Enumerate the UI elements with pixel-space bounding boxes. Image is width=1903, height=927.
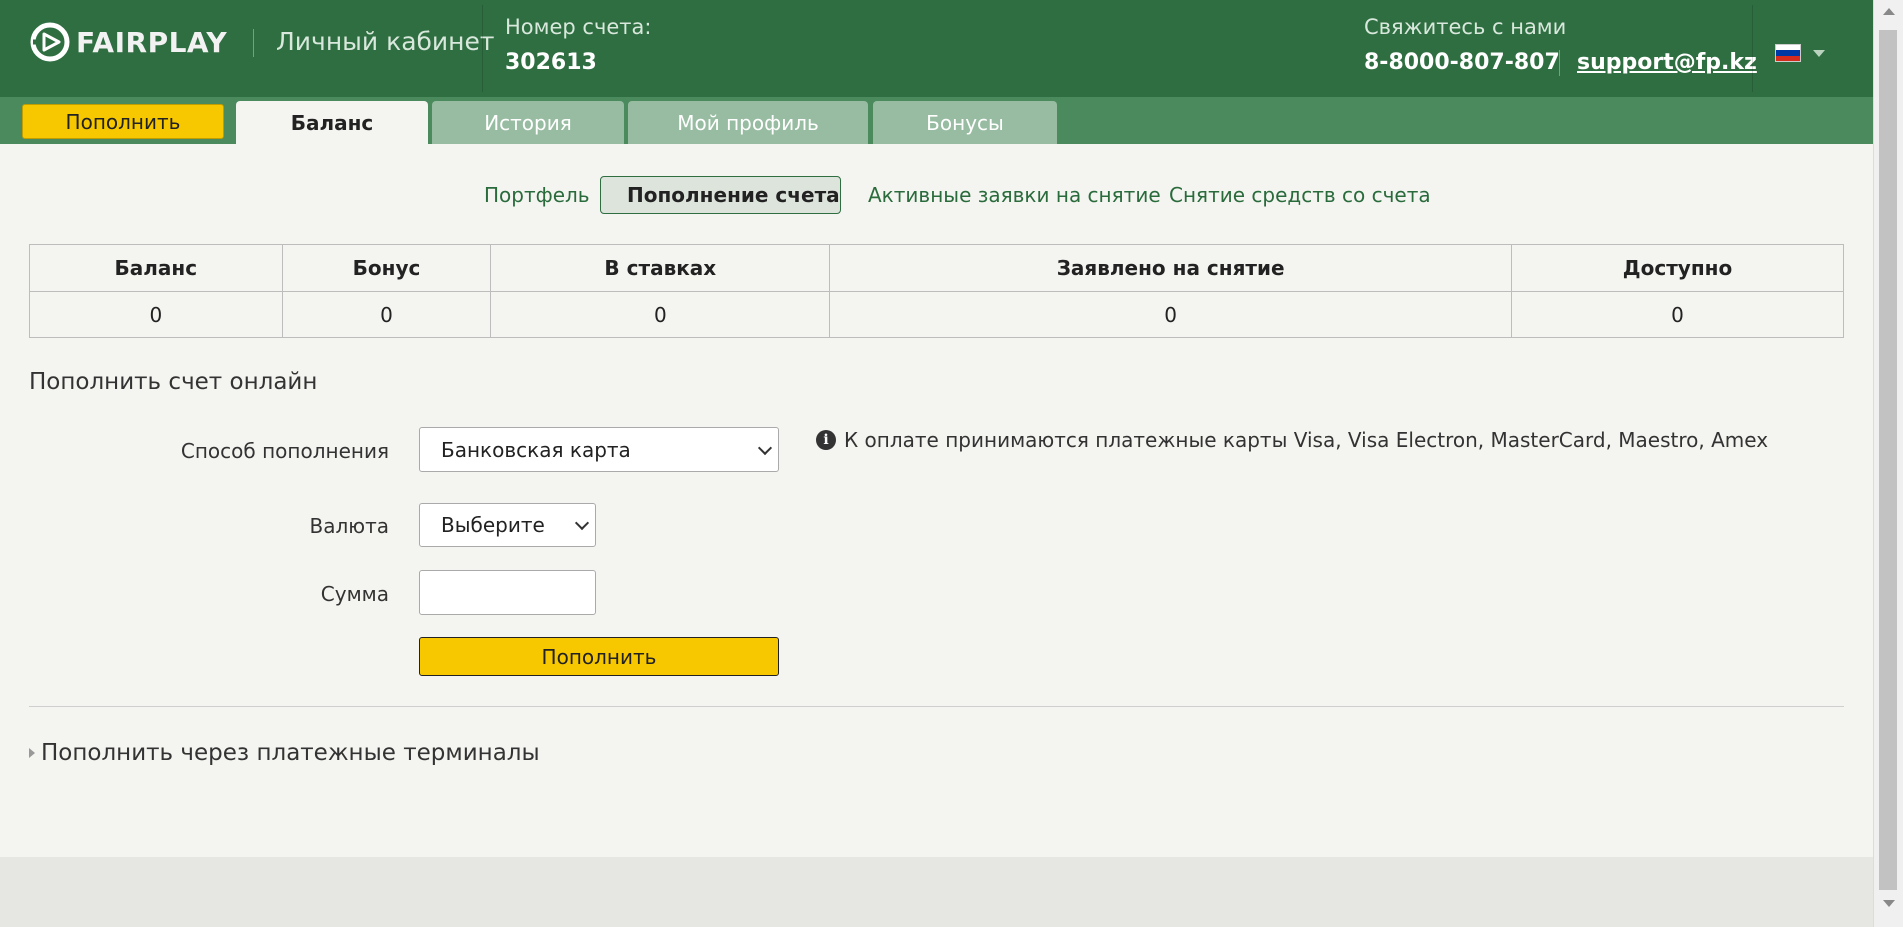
column-header: В ставках xyxy=(490,244,831,292)
column-header: Заявлено на снятие xyxy=(829,244,1513,292)
contact-email-link[interactable]: support@fp.kz xyxy=(1577,50,1757,75)
chevron-down-icon xyxy=(1813,49,1825,57)
account-number: 302613 xyxy=(505,50,597,75)
tab-bonuses[interactable]: Бонусы xyxy=(873,101,1057,144)
footer-strip xyxy=(0,857,1873,927)
contact-divider xyxy=(1559,50,1560,76)
terminals-collapsible[interactable]: Пополнить через платежные терминалы xyxy=(29,740,540,766)
divider xyxy=(29,706,1844,707)
account-label: Номер счета: xyxy=(505,15,652,39)
payment-method-select[interactable]: Банковская карта xyxy=(419,427,779,472)
topup-submit-button[interactable]: Пополнить xyxy=(419,637,779,676)
brand-name: FAIRPLAY xyxy=(76,25,228,59)
header-divider xyxy=(253,29,254,57)
column-header: Бонус xyxy=(281,244,492,292)
language-selector[interactable] xyxy=(1775,44,1825,62)
chevron-down-icon xyxy=(574,515,590,531)
column-header: Баланс xyxy=(29,244,283,292)
table-row: 0 0 0 0 0 xyxy=(29,291,1844,338)
currency-value: Выберите xyxy=(441,513,545,537)
subnav-active-withdrawals[interactable]: Активные заявки на снятие xyxy=(868,176,1161,214)
amount-label: Сумма xyxy=(320,582,389,606)
table-header-row: Баланс Бонус В ставках Заявлено на сняти… xyxy=(29,244,1844,292)
scroll-down-icon[interactable] xyxy=(1883,900,1895,907)
chevron-down-icon xyxy=(757,440,773,455)
method-label: Способ пополнения xyxy=(180,439,389,463)
terminals-label: Пополнить через платежные терминалы xyxy=(41,740,540,766)
available-value: 0 xyxy=(1511,291,1844,338)
currency-label: Валюта xyxy=(309,514,389,538)
subnav-deposit[interactable]: Пополнение счета xyxy=(600,176,841,214)
subnav-portfolio[interactable]: Портфель xyxy=(484,176,590,214)
contact-phone[interactable]: 8-8000-807-807 xyxy=(1364,50,1560,75)
contact-label: Свяжитесь с нами xyxy=(1364,15,1567,39)
fairplay-logo-icon xyxy=(30,22,70,62)
russia-flag-icon xyxy=(1775,44,1801,62)
main-tabs: Пополнить Баланс История Мой профиль Бон… xyxy=(0,97,1873,144)
tab-history[interactable]: История xyxy=(432,101,624,144)
accepted-cards-text: К оплате принимаются платежные карты Vis… xyxy=(844,428,1769,452)
tab-balance[interactable]: Баланс xyxy=(236,101,428,144)
tab-topup-button[interactable]: Пополнить xyxy=(22,104,224,139)
currency-select[interactable]: Выберите xyxy=(419,503,596,547)
subnav-withdraw[interactable]: Снятие средств со счета xyxy=(1169,176,1431,214)
column-header: Доступно xyxy=(1511,244,1844,292)
balance-table: Баланс Бонус В ставках Заявлено на сняти… xyxy=(29,244,1844,338)
logo[interactable]: FAIRPLAY xyxy=(28,22,227,62)
scrollbar-thumb[interactable] xyxy=(1879,30,1897,890)
requested-withdrawal-value: 0 xyxy=(829,291,1513,338)
site-header: FAIRPLAY Личный кабинет Номер счета: 302… xyxy=(0,0,1873,97)
amount-input[interactable] xyxy=(419,570,596,615)
accepted-cards-info: i К оплате принимаются платежные карты V… xyxy=(816,428,1768,452)
bonus-value: 0 xyxy=(281,291,492,338)
payment-method-value: Банковская карта xyxy=(441,437,631,462)
header-divider xyxy=(482,5,483,92)
scroll-up-icon[interactable] xyxy=(1883,8,1895,15)
balance-value: 0 xyxy=(29,291,283,338)
tab-profile[interactable]: Мой профиль xyxy=(628,101,868,144)
caret-right-icon xyxy=(29,748,35,758)
in-bets-value: 0 xyxy=(490,291,831,338)
header-divider xyxy=(1752,5,1753,92)
section-title: Личный кабинет xyxy=(276,27,495,56)
info-icon: i xyxy=(816,430,836,450)
online-topup-title: Пополнить счет онлайн xyxy=(29,369,318,395)
